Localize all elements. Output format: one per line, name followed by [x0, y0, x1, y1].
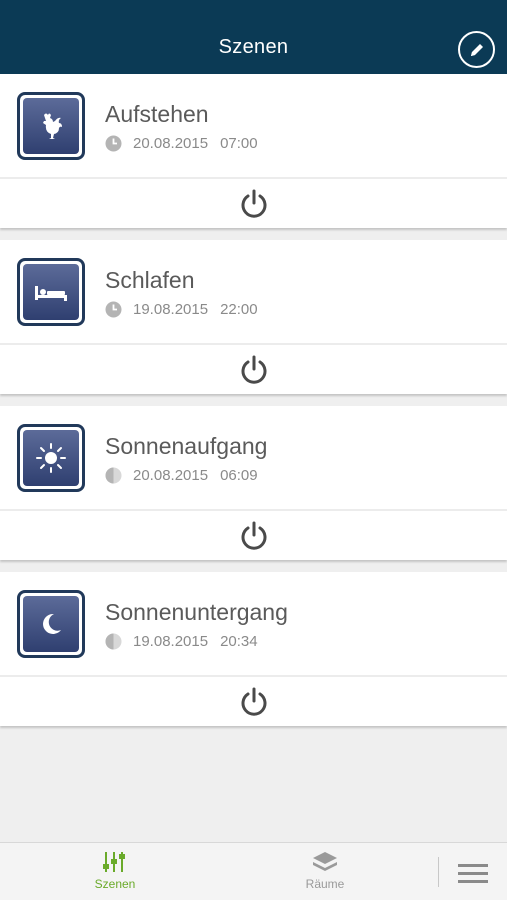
scene-date: 20.08.2015 — [133, 135, 209, 152]
scene-power-row — [0, 179, 507, 228]
power-icon — [241, 521, 266, 550]
scene-time: 22:00 — [220, 301, 258, 318]
nav-divider — [438, 857, 439, 887]
scene-time: 07:00 — [220, 135, 258, 152]
pencil-icon — [470, 43, 483, 56]
scene-icon-frame — [17, 424, 85, 492]
scene-schedule: 20.08.2015 06:09 — [105, 467, 258, 484]
power-icon — [241, 355, 266, 384]
scene-name: Aufstehen — [105, 101, 209, 127]
scene-name: Sonnenaufgang — [105, 433, 268, 459]
page-title: Szenen — [218, 36, 289, 58]
scene-header[interactable]: Sonnenaufgang 20.08.2015 06:09 — [0, 406, 507, 511]
tab-label: Räume — [305, 877, 345, 891]
scene-header[interactable]: Schlafen 19.08.2015 22:00 — [0, 240, 507, 345]
scene-header[interactable]: Sonnenuntergang 19.08.2015 20:34 — [0, 572, 507, 677]
edit-button[interactable] — [458, 31, 495, 68]
scene-icon-frame — [17, 92, 85, 160]
header-bar: Szenen — [0, 0, 507, 74]
bottom-navigation: Szenen Räume — [0, 842, 507, 900]
power-button[interactable] — [237, 519, 271, 553]
scene-time: 06:09 — [220, 467, 258, 484]
scene-date: 19.08.2015 — [133, 633, 209, 650]
clock-icon — [105, 301, 122, 318]
moon-icon — [43, 613, 61, 634]
tab-szenen[interactable]: Szenen — [70, 843, 160, 900]
scene-list: Aufstehen 20.08.2015 07:00 Schlafen 19.0… — [0, 74, 507, 738]
scene-header[interactable]: Aufstehen 20.08.2015 07:00 — [0, 74, 507, 179]
scene-schedule: 19.08.2015 20:34 — [105, 633, 258, 650]
power-icon — [241, 189, 266, 218]
power-button[interactable] — [237, 187, 271, 221]
scene-card-aufstehen: Aufstehen 20.08.2015 07:00 — [0, 74, 507, 228]
menu-button[interactable] — [456, 861, 490, 885]
scene-name: Sonnenuntergang — [105, 599, 288, 625]
power-icon — [241, 687, 266, 716]
scene-power-row — [0, 345, 507, 394]
scene-schedule: 20.08.2015 07:00 — [105, 135, 258, 152]
half-moon-icon — [105, 467, 122, 484]
scene-card-sonnenuntergang: Sonnenuntergang 19.08.2015 20:34 — [0, 572, 507, 726]
power-button[interactable] — [237, 685, 271, 719]
scene-power-row — [0, 511, 507, 560]
tab-label: Szenen — [94, 877, 136, 891]
scene-date: 20.08.2015 — [133, 467, 209, 484]
sliders-icon — [103, 852, 125, 872]
scene-date: 19.08.2015 — [133, 301, 209, 318]
rooster-icon — [43, 113, 62, 139]
scene-schedule: 19.08.2015 22:00 — [105, 301, 258, 318]
scene-card-schlafen: Schlafen 19.08.2015 22:00 — [0, 240, 507, 394]
scene-card-sonnenaufgang: Sonnenaufgang 20.08.2015 06:09 — [0, 406, 507, 560]
hamburger-menu-icon — [458, 864, 488, 883]
sun-icon — [36, 443, 66, 473]
half-moon-icon — [105, 633, 122, 650]
scene-name: Schlafen — [105, 267, 195, 293]
scene-icon-frame — [17, 590, 85, 658]
tab-raeume[interactable]: Räume — [280, 843, 370, 900]
clock-icon — [105, 135, 122, 152]
bed-icon — [35, 286, 67, 301]
power-button[interactable] — [237, 353, 271, 387]
scene-time: 20:34 — [220, 633, 258, 650]
scene-icon-frame — [17, 258, 85, 326]
scene-power-row — [0, 677, 507, 726]
layers-icon — [313, 852, 337, 871]
